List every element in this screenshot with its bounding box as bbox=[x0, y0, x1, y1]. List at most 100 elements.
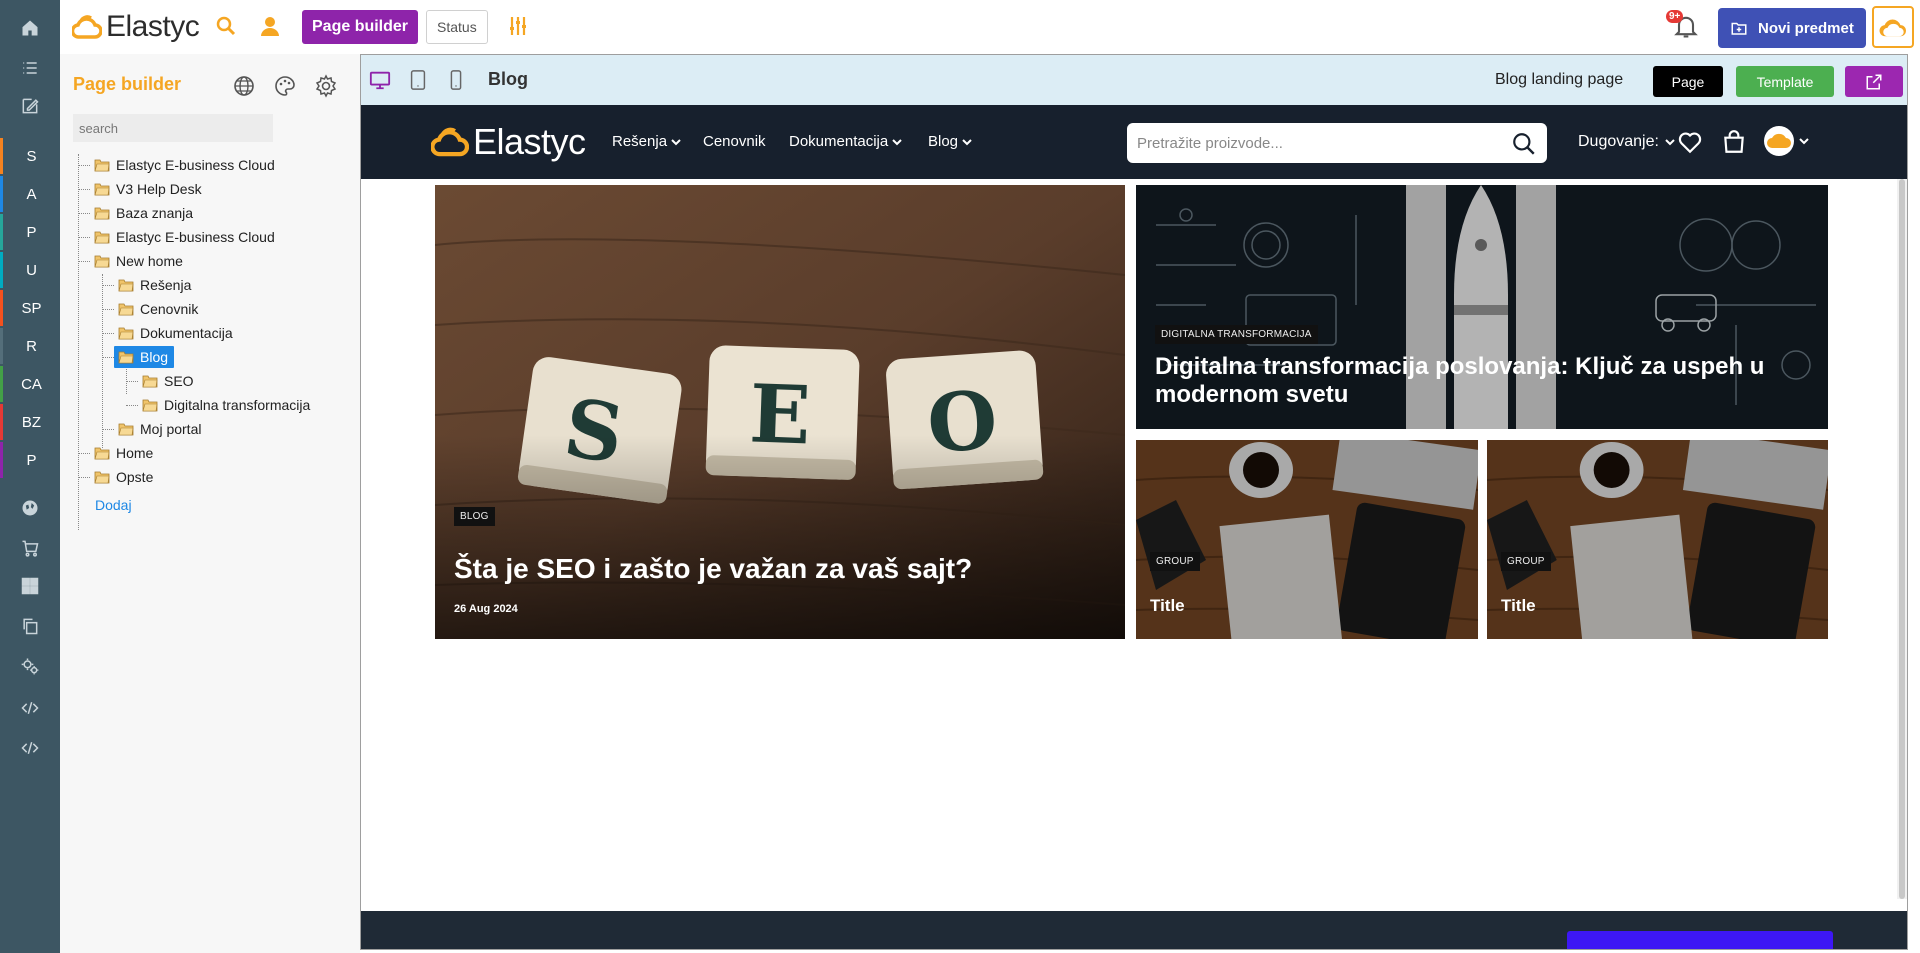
rail-item-sp[interactable]: SP bbox=[0, 290, 60, 326]
search-icon[interactable] bbox=[1511, 131, 1537, 157]
tree-item-label: Blog bbox=[140, 349, 169, 365]
heart-icon[interactable] bbox=[1677, 129, 1703, 155]
nav-dokumentacija[interactable]: Dokumentacija bbox=[789, 133, 902, 150]
tree-item-label: Opste bbox=[116, 469, 154, 485]
tree-item-expanded[interactable]: New home bbox=[94, 250, 183, 272]
chevron-down-icon bbox=[1799, 138, 1809, 145]
tree-item-label: Digitalna transformacija bbox=[164, 397, 311, 413]
tree-item[interactable]: Elastyc E-business Cloud bbox=[94, 226, 275, 248]
blog-card-main[interactable]: S E O BLOG Šta je SEO i zašto je važan z… bbox=[435, 185, 1125, 639]
chevron-down-icon bbox=[962, 138, 972, 145]
product-search-input[interactable]: Pretražite proizvode... bbox=[1127, 123, 1547, 163]
tree-item-selected[interactable]: Blog bbox=[114, 346, 175, 368]
tablet-icon[interactable] bbox=[407, 69, 429, 91]
desk-workspace-image bbox=[1487, 440, 1828, 639]
rail-item-r[interactable]: R bbox=[0, 328, 60, 364]
rail-item-u[interactable]: U bbox=[0, 252, 60, 288]
site-logo[interactable]: Elastyc bbox=[431, 121, 586, 163]
rail-item-p2[interactable]: P bbox=[0, 442, 60, 478]
rail-item-s[interactable]: S bbox=[0, 138, 60, 174]
list-icon[interactable] bbox=[0, 50, 60, 86]
open-external-button[interactable] bbox=[1845, 66, 1903, 97]
tree-item[interactable]: SEO bbox=[142, 370, 194, 392]
tree-item[interactable]: Cenovnik bbox=[118, 298, 198, 320]
card-tag: GROUP bbox=[1150, 552, 1200, 571]
code-icon-2[interactable] bbox=[0, 730, 60, 766]
folder-icon bbox=[94, 255, 110, 268]
code-icon[interactable] bbox=[0, 690, 60, 726]
copy-icon[interactable] bbox=[0, 608, 60, 644]
sliders-icon[interactable] bbox=[506, 14, 530, 38]
nav-blog[interactable]: Blog bbox=[928, 133, 972, 150]
tree-search-input[interactable] bbox=[73, 114, 273, 142]
debt-dropdown[interactable]: Dugovanje: bbox=[1578, 133, 1675, 151]
cloud-brand-icon bbox=[1879, 19, 1906, 37]
rail-item-ca[interactable]: CA bbox=[0, 366, 60, 402]
new-item-button[interactable]: Novi predmet bbox=[1718, 8, 1866, 48]
folder-icon bbox=[94, 183, 110, 196]
folder-icon bbox=[118, 351, 134, 364]
edit-icon[interactable] bbox=[0, 88, 60, 124]
preview-scrollbar[interactable] bbox=[1897, 179, 1907, 899]
rail-item-a[interactable]: A bbox=[0, 176, 60, 212]
tree-item[interactable]: Rešenja bbox=[118, 274, 191, 296]
account-avatar-icon bbox=[1764, 126, 1794, 156]
card-title: Title bbox=[1150, 596, 1185, 615]
search-placeholder: Pretražite proizvode... bbox=[1137, 135, 1283, 152]
cart-icon[interactable] bbox=[0, 530, 60, 566]
gear-icon[interactable] bbox=[314, 74, 338, 98]
scrollbar-thumb[interactable] bbox=[1899, 179, 1905, 899]
cloud-logo-icon bbox=[431, 127, 469, 157]
folder-icon bbox=[118, 423, 134, 436]
tree-item[interactable]: Digitalna transformacija bbox=[142, 394, 310, 416]
add-page-link[interactable]: Dodaj bbox=[95, 497, 132, 513]
dashboard-icon[interactable] bbox=[0, 568, 60, 604]
status-button[interactable]: Status bbox=[426, 10, 488, 44]
nav-cenovnik[interactable]: Cenovnik bbox=[703, 133, 766, 150]
editor-toolbar: Blog Blog landing page Page Template bbox=[361, 55, 1907, 105]
tree-item[interactable]: Dokumentacija bbox=[118, 322, 233, 344]
blog-card-bottom-left[interactable]: GROUP Title bbox=[1136, 440, 1478, 639]
tree-item-label: Home bbox=[116, 445, 154, 461]
globe-icon[interactable] bbox=[0, 490, 60, 526]
nav-label: Blog bbox=[928, 133, 959, 150]
blog-card-bottom-right[interactable]: GROUP Title bbox=[1487, 440, 1828, 639]
add-folder-icon bbox=[1731, 22, 1747, 35]
tree-item[interactable]: Opste bbox=[94, 466, 153, 488]
tree-item-label: Rešenja bbox=[140, 277, 192, 293]
account-menu[interactable] bbox=[1763, 125, 1809, 157]
tree-item[interactable]: Baza znanja bbox=[94, 202, 193, 224]
external-link-icon bbox=[1866, 74, 1882, 89]
template-button[interactable]: Template bbox=[1736, 66, 1834, 97]
tree-item[interactable]: V3 Help Desk bbox=[94, 178, 202, 200]
blog-card-top-right[interactable]: DIGITALNA TRANSFORMACIJA Digitalna trans… bbox=[1136, 185, 1828, 429]
page-button[interactable]: Page bbox=[1653, 66, 1723, 97]
app-logo[interactable]: Elastyc bbox=[72, 8, 200, 46]
page-builder-button[interactable]: Page builder bbox=[302, 10, 419, 44]
nav-label: Dokumentacija bbox=[789, 133, 889, 150]
settings-icon[interactable] bbox=[0, 648, 60, 684]
notifications[interactable]: 9+ bbox=[1666, 10, 1702, 42]
user-icon[interactable] bbox=[258, 14, 282, 38]
rail-item-p[interactable]: P bbox=[0, 214, 60, 250]
card-tag: DIGITALNA TRANSFORMACIJA bbox=[1155, 325, 1318, 344]
top-bar: Elastyc Page builder Status 9+ Novi pred… bbox=[60, 0, 1920, 54]
footer-button[interactable] bbox=[1567, 931, 1833, 949]
tree-item[interactable]: Home bbox=[94, 442, 153, 464]
shopping-bag-icon[interactable] bbox=[1721, 129, 1747, 155]
tree-item-label: Cenovnik bbox=[140, 301, 199, 317]
desktop-icon[interactable] bbox=[369, 69, 391, 91]
palette-icon[interactable] bbox=[273, 74, 297, 98]
search-icon[interactable] bbox=[214, 14, 238, 38]
tree-item[interactable]: Moj portal bbox=[118, 418, 201, 440]
globe-icon[interactable] bbox=[232, 74, 256, 98]
rail-item-bz[interactable]: BZ bbox=[0, 404, 60, 440]
debt-label: Dugovanje: bbox=[1578, 133, 1659, 150]
brand-menu[interactable] bbox=[1872, 6, 1914, 48]
nav-resenja[interactable]: Rešenja bbox=[612, 133, 681, 150]
folder-icon bbox=[118, 327, 134, 340]
tree-item[interactable]: Elastyc E-business Cloud bbox=[94, 154, 275, 176]
mobile-icon[interactable] bbox=[445, 69, 467, 91]
site-footer bbox=[361, 911, 1907, 949]
home-icon[interactable] bbox=[0, 10, 60, 46]
